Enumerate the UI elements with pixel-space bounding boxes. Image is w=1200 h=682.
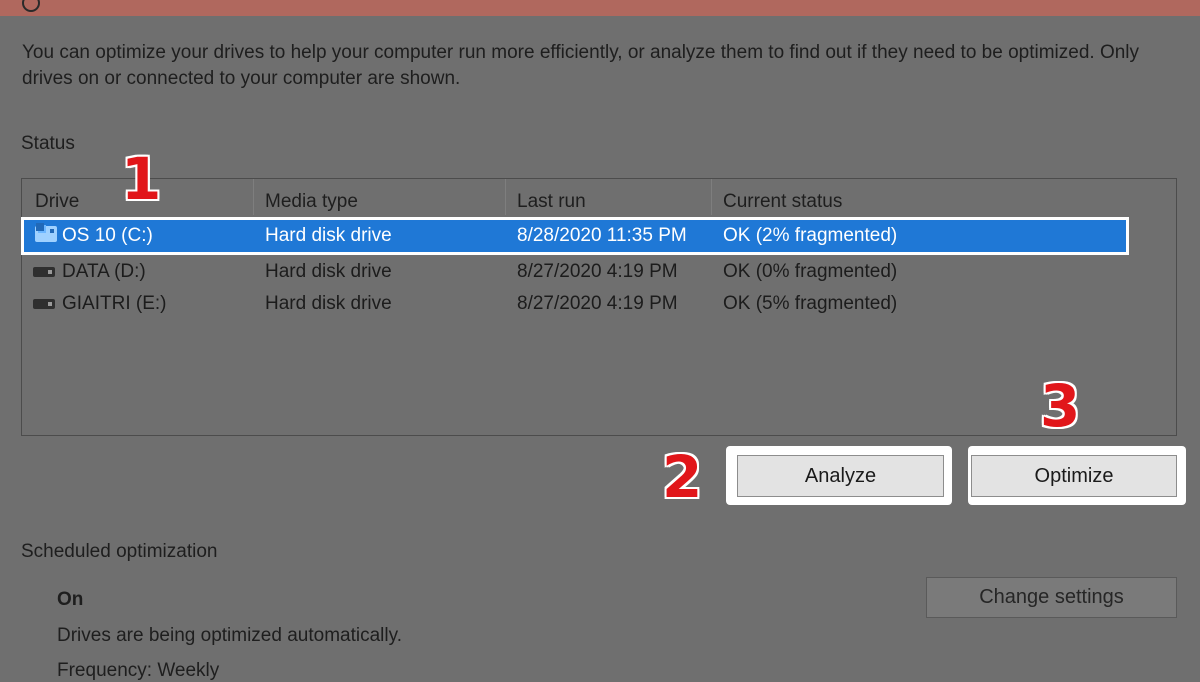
schedule-frequency: Frequency: Weekly [57,660,220,681]
drive-name: OS 10 (C:) [62,225,153,246]
window-titlebar [0,0,1200,16]
drive-last-run: 8/28/2020 11:35 PM [517,225,687,246]
optimize-button[interactable]: Optimize [971,455,1177,497]
drive-icon [33,299,55,309]
drive-row-e[interactable]: GIAITRI (E:) Hard disk drive 8/27/2020 4… [22,288,1127,320]
drive-last-run: 8/27/2020 4:19 PM [517,293,678,314]
column-separator[interactable] [505,179,506,215]
drive-last-run: 8/27/2020 4:19 PM [517,261,678,282]
change-settings-button[interactable]: Change settings [926,577,1177,618]
drive-media-type: Hard disk drive [265,261,392,282]
drive-list[interactable]: Drive Media type Last run Current status… [21,178,1177,436]
scheduled-optimization-label: Scheduled optimization [21,541,218,562]
schedule-state: On [57,589,84,610]
analyze-button[interactable]: Analyze [737,455,944,497]
intro-description: You can optimize your drives to help you… [22,42,1140,89]
drive-icon [33,267,55,277]
column-header-current-status[interactable]: Current status [723,191,842,213]
drive-row-d[interactable]: DATA (D:) Hard disk drive 8/27/2020 4:19… [22,256,1127,288]
drive-name: DATA (D:) [62,261,146,282]
column-header-last-run[interactable]: Last run [517,191,586,213]
window-icon [22,0,40,12]
drive-row-c[interactable]: OS 10 (C:) Hard disk drive 8/28/2020 11:… [21,217,1129,255]
step-marker-1: 1 [121,145,162,213]
drive-media-type: Hard disk drive [265,293,392,314]
step-marker-2: 2 [662,443,703,511]
drive-status: OK (2% fragmented) [723,225,898,246]
drive-status: OK (5% fragmented) [723,293,898,314]
column-separator[interactable] [253,179,254,215]
os-drive-icon [35,223,57,242]
drive-name: GIAITRI (E:) [62,293,167,314]
column-header-drive[interactable]: Drive [35,191,79,213]
step-marker-3: 3 [1040,372,1081,440]
drive-status: OK (0% fragmented) [723,261,898,282]
drive-media-type: Hard disk drive [265,225,392,246]
column-separator[interactable] [711,179,712,215]
column-header-media-type[interactable]: Media type [265,191,358,213]
status-label: Status [21,133,75,154]
schedule-description: Drives are being optimized automatically… [57,625,402,646]
